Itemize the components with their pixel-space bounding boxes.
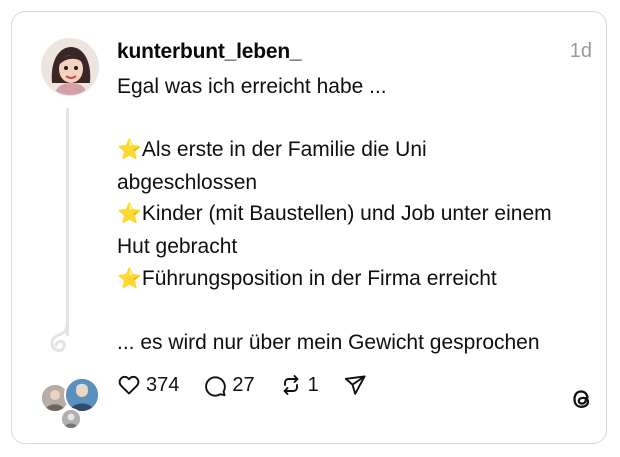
post-timestamp[interactable]: 1d xyxy=(570,40,592,63)
threads-logo-icon[interactable] xyxy=(568,385,596,413)
post-actions: 374 27 1 xyxy=(117,371,391,399)
post-text: Egal was ich erreicht habe ... ⭐Als erst… xyxy=(117,71,595,358)
share-button[interactable] xyxy=(343,373,367,397)
star-emoji: ⭐ xyxy=(117,267,142,290)
repost-count: 1 xyxy=(307,373,319,396)
like-button[interactable]: 374 xyxy=(117,373,179,397)
thread-line xyxy=(66,108,69,336)
post-line xyxy=(117,295,595,327)
post-line: Hut gebracht xyxy=(117,234,238,258)
star-emoji: ⭐ xyxy=(117,203,142,226)
author-username[interactable]: kunterbunt_leben_ xyxy=(117,40,302,64)
comment-button[interactable]: 27 xyxy=(203,373,255,397)
send-paper-plane-icon xyxy=(344,375,366,395)
repost-arrows-icon xyxy=(283,375,299,395)
heart-icon xyxy=(118,375,140,395)
thread-curl xyxy=(50,323,69,352)
comment-count: 27 xyxy=(232,373,255,396)
post-line: abgeschlossen xyxy=(117,170,258,194)
post-line: ⭐Führungsposition in der Firma erreicht xyxy=(117,266,497,290)
post-line: Egal was ich erreicht habe ... xyxy=(117,75,387,98)
comment-bubble-icon xyxy=(205,376,227,397)
star-emoji: ⭐ xyxy=(117,139,142,162)
like-count: 374 xyxy=(146,373,180,396)
repost-button[interactable]: 1 xyxy=(279,373,319,397)
post-line: ⭐Kinder (mit Baustellen) und Job unter e… xyxy=(117,202,552,226)
post-line: ... es wird nur über mein Gewicht gespro… xyxy=(117,330,540,354)
post-line xyxy=(117,103,595,135)
post-line: ⭐Als erste in der Familie die Uni xyxy=(117,138,427,162)
author-avatar[interactable] xyxy=(41,38,99,96)
replier-avatar[interactable] xyxy=(60,408,82,430)
